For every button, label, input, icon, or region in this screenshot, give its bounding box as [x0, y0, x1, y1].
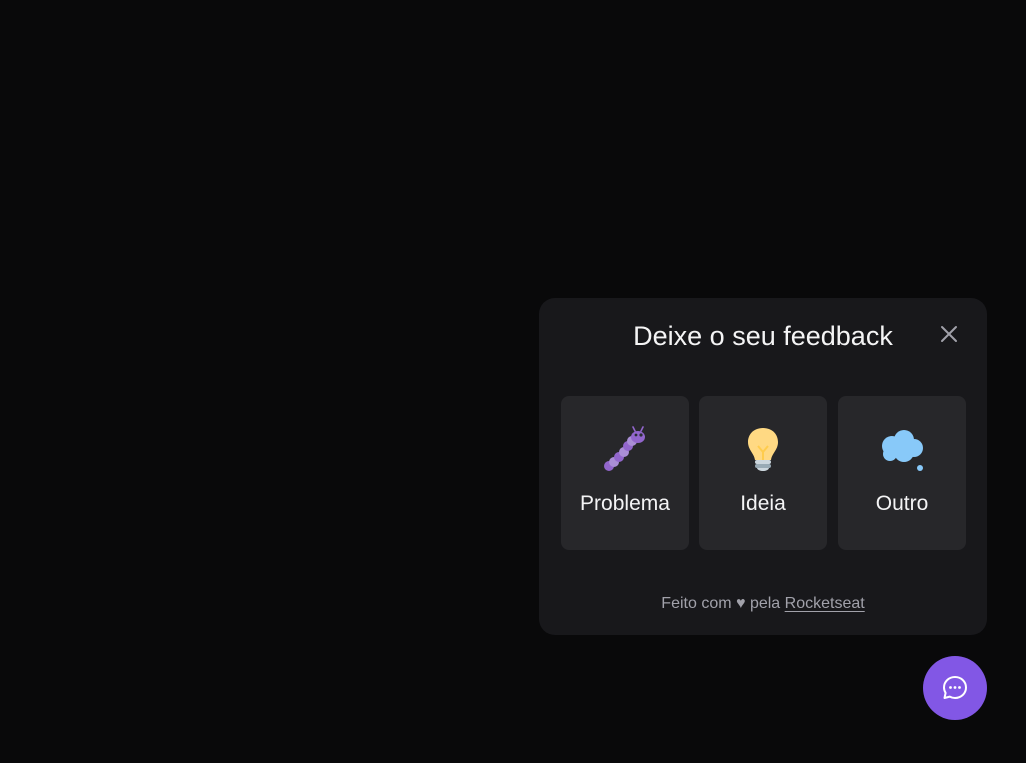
rocketseat-link[interactable]: Rocketseat: [785, 595, 865, 612]
heart-icon: ♥: [736, 595, 746, 612]
option-label: Problema: [580, 492, 670, 515]
close-icon: [941, 326, 957, 342]
option-label: Ideia: [740, 492, 786, 515]
feedback-type-options: Problema Ideia Outro: [561, 396, 966, 550]
lightbulb-icon: [748, 428, 778, 471]
footer-middle: pela: [749, 595, 781, 612]
option-outro[interactable]: Outro: [838, 396, 966, 550]
close-button[interactable]: [937, 322, 961, 346]
option-ideia[interactable]: Ideia: [699, 396, 827, 550]
option-label: Outro: [875, 492, 929, 515]
feedback-widget: Deixe o seu feedback Problema Ideia Outr…: [539, 298, 987, 635]
chat-bubble-icon: [943, 676, 967, 699]
footer-prefix: Feito com: [661, 595, 732, 612]
option-problema[interactable]: Problema: [561, 396, 689, 550]
footer: Feito com ♥ pela Rocketseat: [539, 594, 987, 614]
widget-title: Deixe o seu feedback: [633, 321, 893, 351]
bug-icon: [604, 426, 645, 471]
feedback-toggle-button[interactable]: [923, 656, 987, 720]
thought-balloon-icon: [882, 430, 923, 471]
page: Deixe o seu feedback Problema Ideia Outr…: [0, 0, 1026, 763]
